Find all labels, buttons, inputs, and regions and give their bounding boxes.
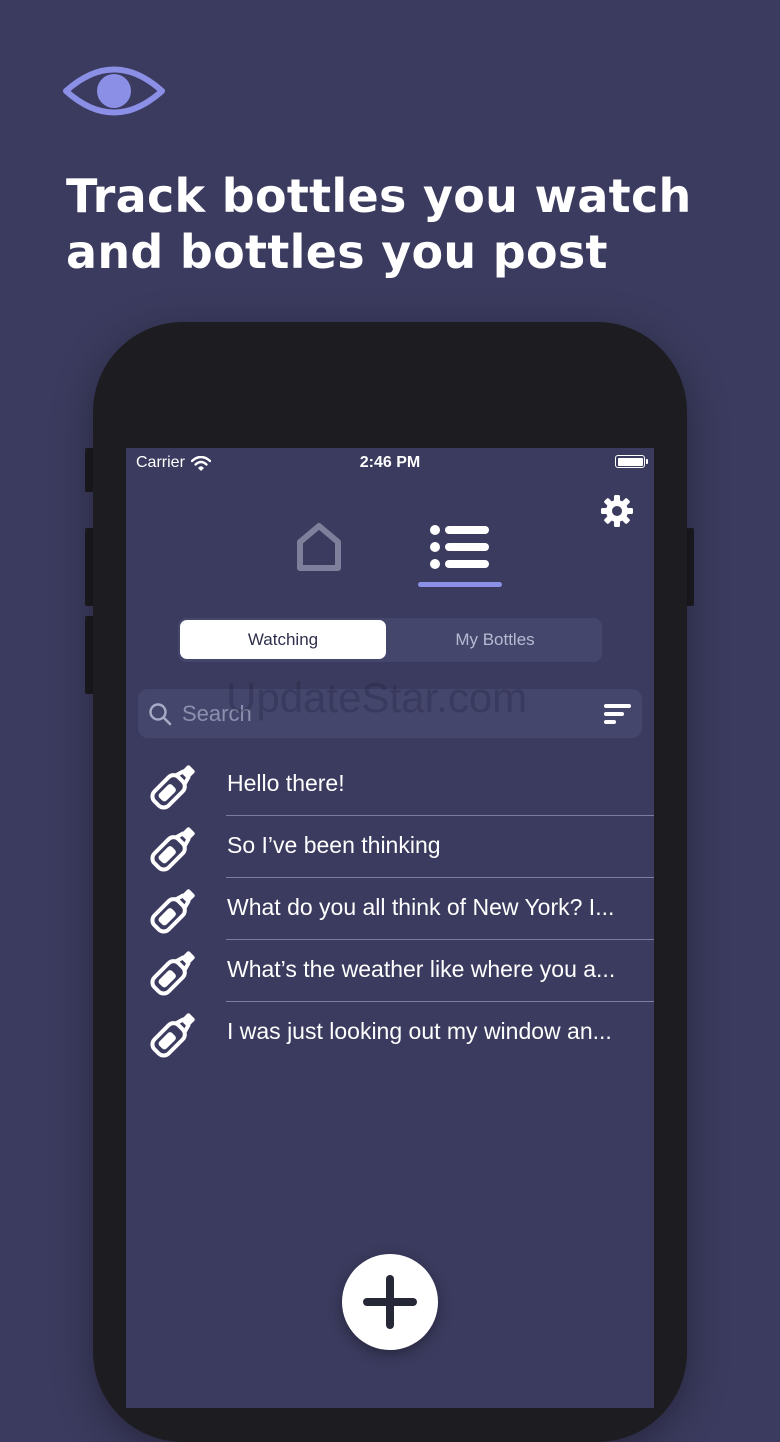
list-item[interactable]: Hello there! (126, 754, 654, 816)
headline-line-2: and bottles you post (66, 225, 608, 279)
message-list: Hello there! So I’ve been thinking What … (126, 754, 654, 1064)
list-item[interactable]: What do you all think of New York? I... (126, 878, 654, 940)
add-bottle-button[interactable] (342, 1254, 438, 1350)
status-bar: Carrier 2:46 PM (126, 448, 654, 478)
bottle-icon (150, 951, 195, 996)
battery-icon (615, 455, 648, 468)
search-icon (149, 703, 172, 726)
segmented-control: Watching My Bottles (178, 618, 602, 662)
list-item[interactable]: So I’ve been thinking (126, 816, 654, 878)
list-item[interactable]: What’s the weather like where you a... (126, 940, 654, 1002)
phone-screen: Carrier 2:46 PM Watching My Bottles Sear… (126, 448, 654, 1408)
eye-icon (63, 66, 165, 116)
bottle-icon (150, 889, 195, 934)
message-text: What do you all think of New York? I... (227, 894, 615, 920)
home-icon[interactable] (294, 520, 344, 574)
sort-icon[interactable] (604, 703, 632, 725)
gear-icon[interactable] (600, 494, 634, 528)
message-text: So I’ve been thinking (227, 832, 441, 858)
search-bar (138, 689, 642, 738)
plus-icon (363, 1275, 417, 1329)
tab-active-indicator (418, 582, 502, 587)
list-icon[interactable] (429, 524, 491, 570)
segment-watching[interactable]: Watching (180, 620, 386, 659)
segment-my-bottles[interactable]: My Bottles (390, 620, 600, 659)
bottle-icon (150, 765, 195, 810)
bottle-icon (150, 1013, 195, 1058)
search-input[interactable] (180, 698, 584, 730)
status-time: 2:46 PM (359, 454, 421, 471)
message-text: I was just looking out my window an... (227, 1018, 612, 1044)
bottle-icon (150, 827, 195, 872)
message-text: Hello there! (227, 770, 345, 796)
message-text: What’s the weather like where you a... (227, 956, 616, 982)
list-item[interactable]: I was just looking out my window an... (126, 1002, 654, 1064)
headline-line-1: Track bottles you watch (66, 169, 692, 223)
headline: Track bottles you watch and bottles you … (66, 168, 746, 280)
